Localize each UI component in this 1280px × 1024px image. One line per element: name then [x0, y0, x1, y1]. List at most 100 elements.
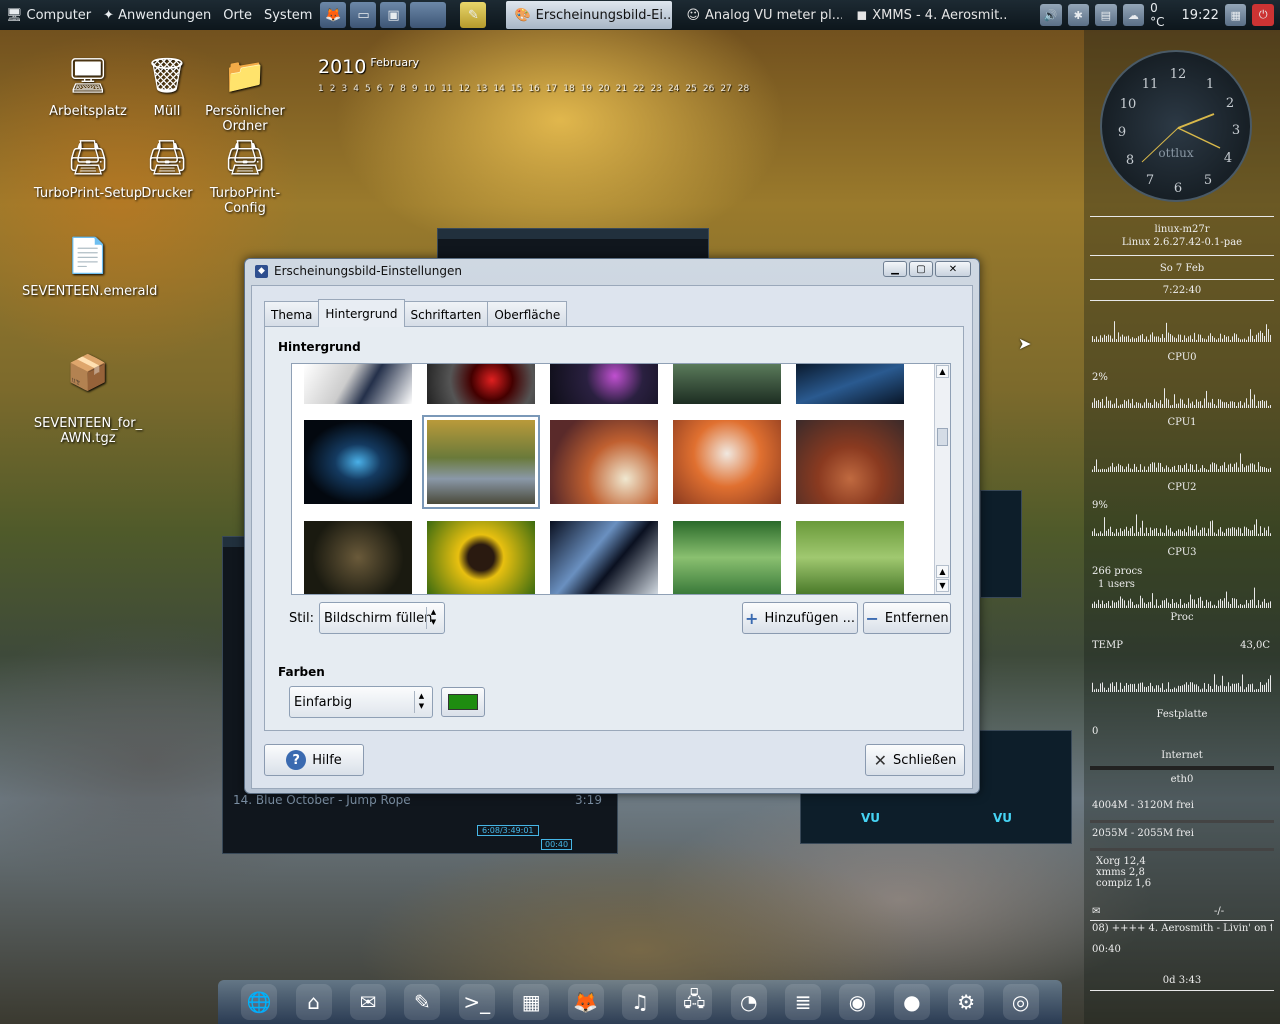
wallpaper-thumb[interactable]	[796, 364, 904, 404]
wallpaper-thumb[interactable]	[796, 420, 904, 504]
desktop-icon-turboprint-config[interactable]: 🖨 TurboPrint-Config	[190, 134, 300, 216]
logout-icon[interactable]: ⏻	[1252, 4, 1274, 26]
monitor-icon[interactable]: ▤	[1095, 4, 1117, 26]
menu-system[interactable]: System	[258, 8, 318, 23]
graph-bar	[1262, 466, 1263, 472]
graph-bar	[1222, 600, 1223, 608]
graph-bar	[1222, 401, 1223, 408]
graph-bar	[1128, 530, 1129, 536]
graph-bar	[1184, 403, 1185, 408]
graph-bar	[1178, 529, 1179, 536]
terminal-icon[interactable]: >_	[458, 984, 495, 1020]
wallpaper-thumb-selected[interactable]	[422, 415, 540, 509]
speaker-icon[interactable]: 🔊	[1039, 4, 1062, 26]
graph-bar	[1132, 684, 1133, 692]
graph-bar	[1206, 469, 1207, 472]
wallpaper-thumb[interactable]	[427, 521, 535, 594]
playlist-item[interactable]: 14. Blue October - Jump Rope	[233, 793, 411, 807]
desktop-icon-tgz[interactable]: 📦 SEVENTEEN_for_ AWN.tgz	[22, 334, 154, 461]
graph-bar	[1254, 464, 1255, 472]
mail-icon[interactable]: ✉	[349, 984, 386, 1020]
wallpaper-thumb[interactable]	[304, 420, 412, 504]
close-window-button[interactable]: ✕	[935, 261, 971, 277]
task-xmms[interactable]: ◼ XMMS - 4. Aerosmit...	[848, 1, 1008, 29]
workspace-3-icon[interactable]	[410, 2, 447, 28]
calendar-icon[interactable]: ▦	[513, 984, 550, 1020]
graph-bar	[1236, 683, 1237, 692]
music-icon[interactable]: ♫	[621, 984, 658, 1020]
graph-bar	[1210, 333, 1211, 342]
desktop-icon-emerald[interactable]: 📄 SEVENTEEN.emerald	[22, 232, 157, 299]
tab-thema[interactable]: Thema	[264, 301, 320, 327]
home-icon[interactable]: ⌂	[295, 984, 332, 1020]
gimp-icon[interactable]: ◉	[839, 984, 876, 1020]
help-button[interactable]: ? Hilfe	[264, 744, 364, 776]
tab-hintergrund[interactable]: Hintergrund	[318, 299, 405, 327]
graph-bar	[1144, 533, 1145, 536]
xmms-eq-window[interactable]	[980, 490, 1022, 598]
weather-icon[interactable]: ☁	[1122, 4, 1145, 26]
style-combobox[interactable]: Bildschirm füllen ▲ ▼	[319, 602, 445, 634]
tab-oberflaeche[interactable]: Oberfläche	[487, 301, 568, 327]
wallpaper-thumb[interactable]	[796, 521, 904, 594]
graph-bar	[1164, 388, 1165, 408]
workspace-2-icon[interactable]: ▣	[380, 2, 407, 28]
task-appearance[interactable]: 🎨 Erscheinungsbild-Ei...	[506, 1, 673, 29]
svg-text:6: 6	[1174, 181, 1182, 196]
audio-cd-icon[interactable]: ◎	[1002, 984, 1039, 1020]
wallpaper-thumb[interactable]	[673, 521, 781, 594]
xmms-main-window[interactable]	[437, 228, 709, 260]
minimize-button[interactable]: ▁	[883, 261, 907, 277]
archive-icon: 📦	[66, 353, 110, 393]
wallpaper-gallery[interactable]: ▲ ▲ ▼	[291, 363, 951, 595]
wallpaper-thumb[interactable]	[550, 420, 658, 504]
menu-orte[interactable]: Orte	[217, 8, 258, 23]
wallpaper-thumb[interactable]	[304, 521, 412, 594]
close-dialog-button[interactable]: ✕ Schließen	[865, 744, 965, 776]
firefox-launcher-icon[interactable]: 🦊	[320, 2, 347, 28]
office-icon[interactable]: ◔	[730, 984, 767, 1020]
color-mode-combobox[interactable]: Einfarbig ▲ ▼	[289, 686, 433, 718]
wallpaper-thumb[interactable]	[304, 364, 412, 404]
menu-computer[interactable]: 🖥 Computer	[0, 8, 97, 23]
color-picker-button[interactable]	[441, 687, 485, 717]
scroll-down-arrow-icon[interactable]: ▼	[936, 579, 949, 592]
graph-bar	[1256, 519, 1257, 536]
workspace-1-icon[interactable]: ▭	[350, 2, 377, 28]
remove-wallpaper-button[interactable]: − Entfernen	[863, 602, 951, 634]
graph-bar	[1170, 603, 1171, 608]
notes-icon[interactable]: ✎	[404, 984, 441, 1020]
clock-text[interactable]: 19:22	[1181, 8, 1218, 23]
kiwi-icon[interactable]: ●	[893, 984, 930, 1020]
calendar-day: 23	[650, 84, 662, 94]
notes-launcher-icon[interactable]: ✎	[460, 2, 487, 28]
settings-icon[interactable]: ⚙	[948, 984, 985, 1020]
network-icon[interactable]: 🖧	[676, 984, 713, 1020]
maximize-button[interactable]: ▢	[909, 261, 933, 277]
gallery-scrollbar[interactable]: ▲ ▲ ▼	[934, 364, 950, 594]
clock-label: ottlux	[1158, 146, 1194, 160]
show-desktop-icon[interactable]: ▦	[1224, 4, 1247, 26]
graph-bar	[1218, 468, 1219, 472]
add-wallpaper-button[interactable]: + Hinzufügen ...	[742, 602, 858, 634]
menu-anwendungen[interactable]: ✦ Anwendungen	[97, 8, 217, 23]
scroll-up-arrow-icon[interactable]: ▲	[936, 365, 949, 378]
dialog-titlebar[interactable]: ◆ Erscheinungsbild-Einstellungen	[245, 259, 979, 283]
wallpaper-thumb[interactable]	[673, 420, 781, 504]
wallpaper-thumb[interactable]	[673, 364, 781, 404]
wallpaper-thumb[interactable]	[427, 364, 535, 404]
scrollbar-thumb[interactable]	[937, 428, 948, 446]
tab-schriftarten[interactable]: Schriftarten	[403, 301, 489, 327]
graph-bar	[1248, 684, 1249, 692]
scroll-up-arrow-icon[interactable]: ▲	[936, 565, 949, 578]
globe-icon[interactable]: 🌐	[241, 984, 278, 1020]
graph-bar	[1114, 467, 1115, 472]
writer-icon[interactable]: ≣	[785, 984, 822, 1020]
task-vu-meter[interactable]: ☺ Analog VU meter pl...	[678, 1, 842, 29]
bluetooth-icon[interactable]: ✱	[1067, 4, 1090, 26]
wallpaper-thumb[interactable]	[550, 521, 658, 594]
firefox-icon[interactable]: 🦊	[567, 984, 604, 1020]
wallpaper-thumb[interactable]	[550, 364, 658, 404]
desktop-icon-home[interactable]: 📁 Persönlicher Ordner	[184, 52, 306, 134]
graph-bar	[1244, 338, 1245, 342]
